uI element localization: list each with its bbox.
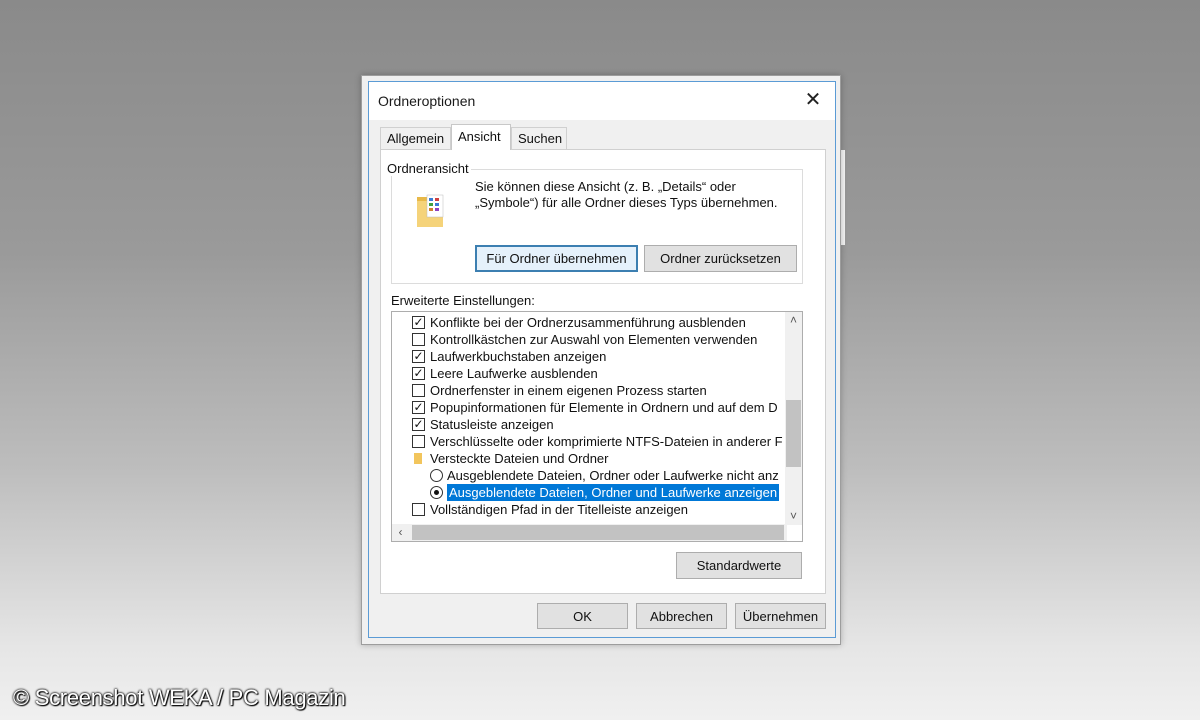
advanced-settings-list[interactable]: ✓ Konflikte bei der Ordnerzusammenführun…	[391, 311, 803, 542]
advanced-settings-label: Erweiterte Einstellungen:	[391, 293, 535, 308]
title-bar[interactable]: Ordneroptionen ✕	[369, 82, 835, 120]
list-item[interactable]: ✓ Konflikte bei der Ordnerzusammenführun…	[392, 314, 792, 331]
list-item[interactable]: ✓ Laufwerkbuchstaben anzeigen	[392, 348, 792, 365]
list-item-label: Ordnerfenster in einem eigenen Prozess s…	[430, 383, 707, 398]
checkbox-checked[interactable]: ✓	[412, 401, 425, 414]
tab-ansicht[interactable]: Ansicht	[451, 124, 511, 150]
scroll-down-icon[interactable]: ˅	[785, 508, 802, 525]
checkbox-unchecked[interactable]	[412, 435, 425, 448]
scroll-left-icon[interactable]: ‹	[392, 524, 409, 541]
list-item[interactable]: Verschlüsselte oder komprimierte NTFS-Da…	[392, 433, 792, 450]
list-item[interactable]: ✓ Popupinformationen für Elemente in Ord…	[392, 399, 792, 416]
checkbox-unchecked[interactable]	[412, 333, 425, 346]
radio-checked[interactable]	[430, 486, 443, 499]
checkbox-unchecked[interactable]	[412, 503, 425, 516]
list-item[interactable]: Ordnerfenster in einem eigenen Prozess s…	[392, 382, 792, 399]
list-item-label: Laufwerkbuchstaben anzeigen	[430, 349, 607, 364]
checkbox-checked[interactable]: ✓	[412, 350, 425, 363]
checkbox-unchecked[interactable]	[412, 384, 425, 397]
radio-unchecked[interactable]	[430, 469, 443, 482]
horizontal-scrollbar[interactable]: ‹	[392, 524, 787, 541]
ok-button[interactable]: OK	[537, 603, 628, 629]
list-item[interactable]: Ausgeblendete Dateien, Ordner oder Laufw…	[392, 467, 792, 484]
dialog-title: Ordneroptionen	[378, 93, 476, 109]
vertical-scroll-thumb[interactable]	[786, 400, 801, 467]
list-item-label: Statusleiste anzeigen	[430, 417, 554, 432]
copyright-watermark: © Screenshot WEKA / PC Magazin	[13, 685, 346, 710]
checkbox-checked[interactable]: ✓	[412, 367, 425, 380]
list-item[interactable]: ✓ Leere Laufwerke ausblenden	[392, 365, 792, 382]
close-icon[interactable]: ✕	[801, 88, 825, 112]
folder-icon	[414, 453, 422, 464]
list-item-label: Vollständigen Pfad in der Titelleiste an…	[430, 502, 689, 517]
list-item-label: Konflikte bei der Ordnerzusammenführung …	[430, 315, 746, 330]
vertical-scrollbar[interactable]: ˄ ˅	[785, 312, 802, 525]
checkbox-checked[interactable]: ✓	[412, 418, 425, 431]
list-item[interactable]: ✓ Statusleiste anzeigen	[392, 416, 792, 433]
list-item[interactable]: Kontrollkästchen zur Auswahl von Element…	[392, 331, 792, 348]
folder-options-dialog: Ordneroptionen ✕ Allgemein Ansicht Suche…	[368, 81, 836, 638]
cancel-button[interactable]: Abbrechen	[636, 603, 727, 629]
folder-view-description: Sie können diese Ansicht (z. B. „Details…	[475, 179, 778, 210]
list-item[interactable]: Ausgeblendete Dateien, Ordner und Laufwe…	[392, 484, 792, 501]
folder-view-legend: Ordneransicht	[385, 161, 471, 176]
horizontal-scroll-thumb[interactable]	[412, 525, 784, 540]
list-item-label-selected: Ausgeblendete Dateien, Ordner und Laufwe…	[447, 484, 780, 501]
tab-allgemein[interactable]: Allgemein	[380, 127, 451, 149]
tab-suchen[interactable]: Suchen	[511, 127, 567, 149]
apply-to-folders-button[interactable]: Für Ordner übernehmen	[475, 245, 638, 272]
checkbox-checked[interactable]: ✓	[412, 316, 425, 329]
list-item-label: Kontrollkästchen zur Auswahl von Element…	[430, 332, 758, 347]
list-item: Versteckte Dateien und Ordner	[392, 450, 792, 467]
list-item-label: Verschlüsselte oder komprimierte NTFS-Da…	[430, 434, 783, 449]
reset-folders-button[interactable]: Ordner zurücksetzen	[644, 245, 797, 272]
folder-view-icon	[417, 194, 444, 227]
list-item-label: Leere Laufwerke ausblenden	[430, 366, 598, 381]
list-item-label: Popupinformationen für Elemente in Ordne…	[430, 400, 778, 415]
list-item-label: Ausgeblendete Dateien, Ordner oder Laufw…	[447, 468, 779, 483]
list-item-label: Versteckte Dateien und Ordner	[430, 451, 609, 466]
list-item[interactable]: Vollständigen Pfad in der Titelleiste an…	[392, 501, 792, 518]
apply-button[interactable]: Übernehmen	[735, 603, 826, 629]
scroll-up-icon[interactable]: ˄	[785, 312, 802, 329]
restore-defaults-button[interactable]: Standardwerte	[676, 552, 802, 579]
